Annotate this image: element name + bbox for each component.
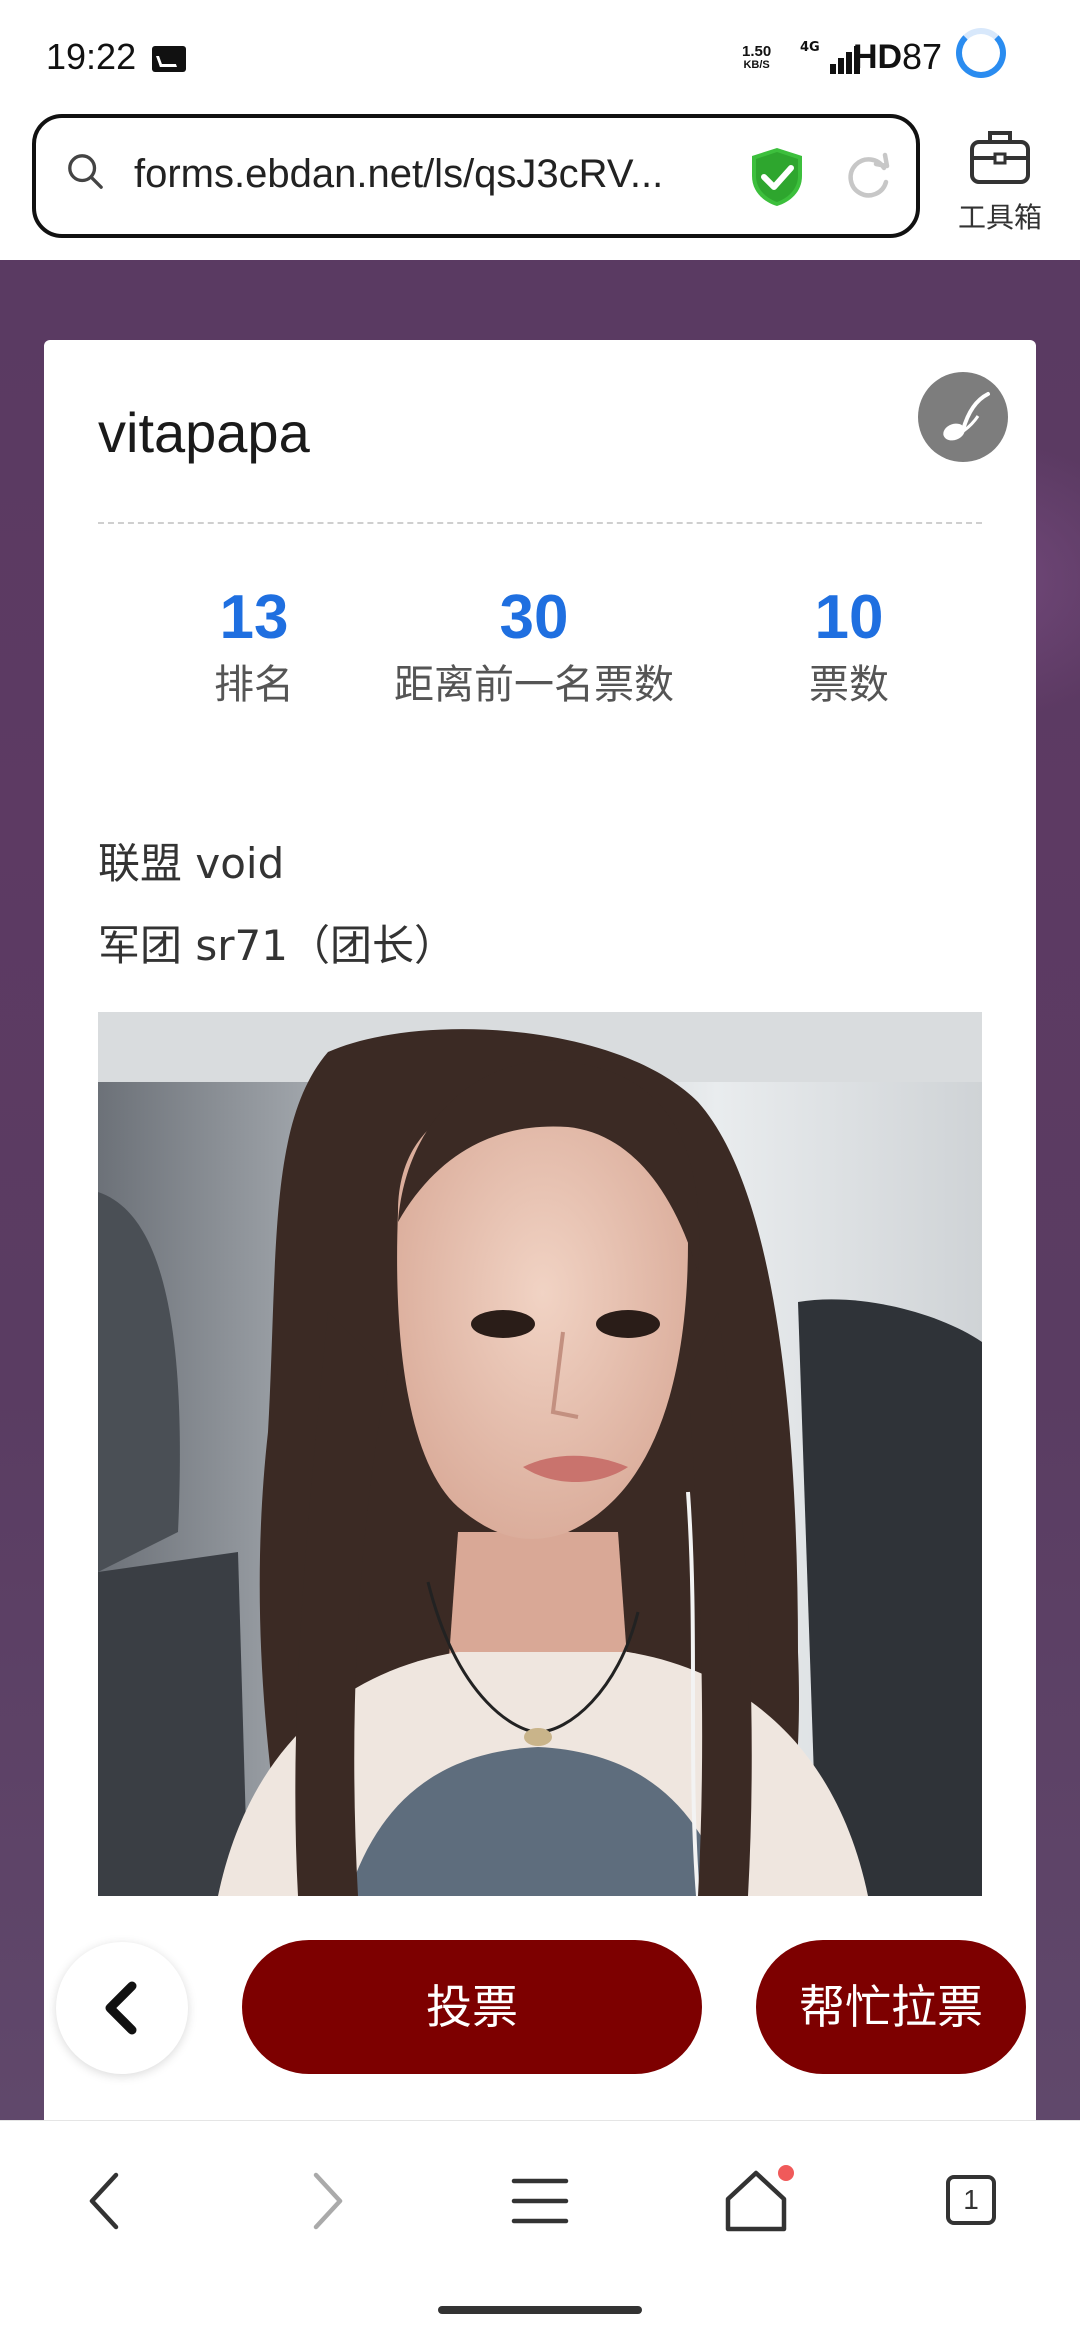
- stat-votes-value: 10: [814, 583, 884, 652]
- network-speed-unit: KB/S: [743, 59, 770, 71]
- stat-votes-label: 票数: [809, 662, 889, 708]
- battery-ring-icon: [956, 28, 1006, 78]
- chevron-left-icon: [105, 1981, 137, 2035]
- toolbox-label: 工具箱: [957, 201, 1042, 234]
- status-time: 19:22: [46, 36, 137, 77]
- back-button[interactable]: [56, 1942, 188, 2074]
- tabs-button[interactable]: 1: [932, 2161, 1012, 2241]
- alliance-text: 联盟 void: [98, 839, 285, 888]
- profile-card: vitapapa 13 排名 30 距离前一名票数 10 票数 联盟 void …: [44, 340, 1036, 2120]
- security-shield-icon[interactable]: [748, 146, 806, 208]
- music-note-icon: [943, 392, 990, 441]
- menu-icon[interactable]: [500, 2161, 580, 2241]
- url-text[interactable]: forms.ebdan.net/ls/qsJ3cRV...: [134, 152, 663, 197]
- status-bar: 19:22 1.50 KB/S 4G HD 87: [0, 0, 1080, 115]
- stat-gap: 30 距离前一名票数: [344, 582, 724, 710]
- address-bar[interactable]: forms.ebdan.net/ls/qsJ3cRV...: [32, 114, 920, 238]
- hd-indicator: HD: [853, 38, 903, 76]
- search-icon: [68, 154, 103, 189]
- home-indicator[interactable]: [438, 2306, 642, 2314]
- stat-votes: 10 票数: [724, 582, 974, 710]
- toolbox-icon: [970, 131, 1030, 184]
- profile-name: vitapapa: [98, 401, 310, 464]
- home-icon[interactable]: [716, 2161, 796, 2241]
- dashed-divider: [98, 522, 982, 524]
- photo-illustration: [98, 1012, 982, 1896]
- message-icon: [152, 46, 186, 72]
- reload-icon[interactable]: [840, 148, 896, 204]
- toolbox-button[interactable]: 工具箱: [940, 122, 1060, 234]
- vote-button[interactable]: 投票: [242, 1940, 702, 2074]
- stat-gap-label: 距离前一名票数: [394, 662, 674, 708]
- forward-icon[interactable]: [286, 2161, 366, 2241]
- tab-count: 1: [963, 2184, 979, 2215]
- music-toggle-button[interactable]: [918, 372, 1008, 462]
- stat-gap-value: 30: [499, 583, 569, 652]
- network-speed: 1.50 KB/S: [742, 44, 771, 71]
- canvass-button[interactable]: 帮忙拉票: [756, 1940, 1026, 2074]
- back-icon[interactable]: [66, 2161, 146, 2241]
- battery-level: 87: [902, 36, 943, 77]
- contestant-photo[interactable]: [98, 1012, 982, 1896]
- legion-text: 军团 sr71（团长）: [98, 921, 456, 970]
- network-speed-value: 1.50: [742, 43, 772, 60]
